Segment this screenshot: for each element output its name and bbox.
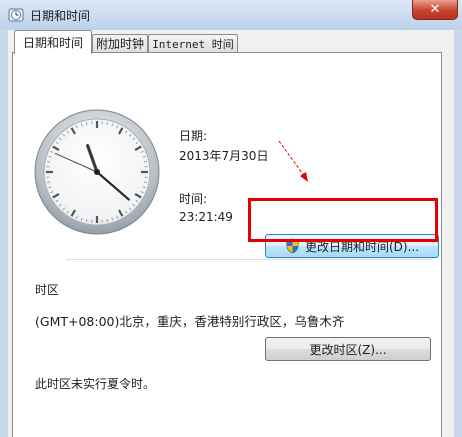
clock-minute-tick xyxy=(143,181,147,184)
clock-minute-tick xyxy=(85,122,88,126)
clock-minute-tick xyxy=(47,181,51,184)
time-label: 时间: xyxy=(179,192,208,206)
timezone-divider xyxy=(66,259,432,260)
tab-date-time[interactable]: 日期和时间 xyxy=(14,30,92,54)
close-icon: ✕ xyxy=(429,2,441,17)
change-timezone-button[interactable]: 更改时区(Z)... xyxy=(265,337,431,361)
timezone-value: (GMT+08:00)北京，重庆，香港特别行政区，乌鲁木齐 xyxy=(35,314,345,329)
window-title: 日期和时间 xyxy=(30,9,91,23)
clock-minute-tick xyxy=(85,218,88,222)
clock-minute-tick xyxy=(106,218,109,222)
timezone-section-label: 时区 xyxy=(35,283,60,297)
clock-minute-tick xyxy=(143,160,147,163)
clock-icon xyxy=(8,8,24,22)
close-button[interactable]: ✕ xyxy=(412,0,458,20)
date-value: 2013年7月30日 xyxy=(179,149,269,163)
tab-panel: 日期: 2013年7月30日 时间: 23:21:49 更改日期和时间(D)..… xyxy=(12,52,442,437)
analog-clock xyxy=(34,109,160,235)
time-value: 23:21:49 xyxy=(179,210,233,224)
annotation-highlight-box xyxy=(248,198,438,242)
title-bar: 日期和时间 ✕ xyxy=(0,0,462,30)
tab-internet-time[interactable]: Internet 时间 xyxy=(148,34,238,54)
change-timezone-label: 更改时区(Z)... xyxy=(309,342,387,357)
clock-minute-tick xyxy=(47,160,51,163)
clock-minute-tick xyxy=(106,122,109,126)
tab-additional-clocks[interactable]: 附加时钟 xyxy=(92,34,148,54)
date-label: 日期: xyxy=(179,129,208,143)
dst-note: 此时区未实行夏令时。 xyxy=(35,377,156,391)
